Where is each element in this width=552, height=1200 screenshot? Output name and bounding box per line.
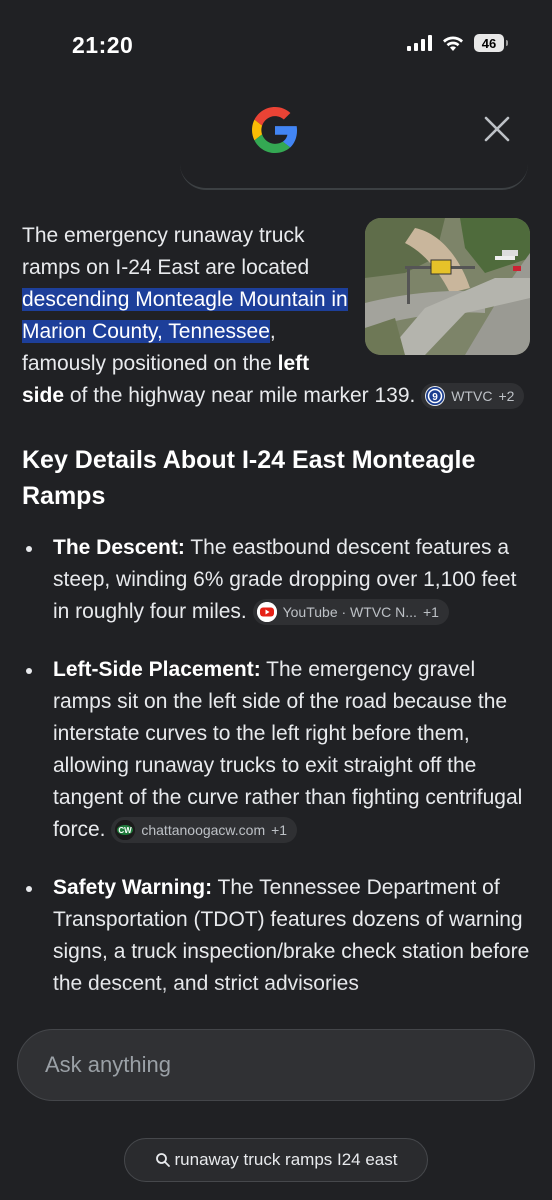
status-bar: 21:20 46 <box>0 0 552 90</box>
search-icon <box>155 1153 170 1167</box>
section-title: Key Details About I-24 East Monteagle Ra… <box>22 446 476 510</box>
answer-thumbnail[interactable] <box>365 218 530 355</box>
query-box-edge <box>180 150 528 190</box>
suggestion-label: runaway truck ramps I24 east <box>174 1150 398 1169</box>
status-time: 21:20 <box>72 32 134 58</box>
ask-input[interactable] <box>45 1052 534 1078</box>
source-chip-chattanoogacw[interactable]: CW chattanoogacw.com +1 <box>111 817 298 844</box>
battery-icon: 46 <box>474 34 508 52</box>
search-suggestion-chip[interactable]: runaway truck ramps I24 east <box>124 1138 428 1182</box>
youtube-icon <box>256 602 277 623</box>
source-chip-extra: +2 <box>498 388 515 405</box>
list-item: Left-Side Placement: The emergency grave… <box>22 654 530 846</box>
source-chip-extra: +1 <box>422 604 439 621</box>
answer-after-bold: of the highway near mile marker 139. <box>64 384 422 407</box>
list-item: Safety Warning: The Tennessee Department… <box>22 872 530 1000</box>
cw-logo-icon: CW <box>115 820 136 841</box>
source-chip-label: YouTube · WTVC N... <box>282 604 417 621</box>
svg-text:CW: CW <box>119 826 133 835</box>
source-chip-label: WTVC <box>451 388 493 405</box>
source-chip-label: chattanoogacw.com <box>141 822 266 839</box>
wtvc-9-logo-icon: 9 <box>425 386 446 407</box>
close-icon <box>484 116 510 142</box>
status-icons: 46 <box>407 34 508 52</box>
list-item: The Descent: The eastbound descent featu… <box>22 532 530 628</box>
cellular-signal-icon <box>407 35 432 51</box>
answer-highlight: descending Monteagle Mountain in Marion … <box>22 288 348 343</box>
highway-ramp-image <box>365 218 530 355</box>
answer-intro: The emergency runaway truck ramps on I-2… <box>22 224 310 279</box>
bullet-title: Safety Warning: <box>53 876 213 899</box>
details-list: The Descent: The eastbound descent featu… <box>22 532 530 1000</box>
close-button[interactable] <box>480 112 514 146</box>
wifi-icon <box>443 36 463 51</box>
battery-level: 46 <box>481 35 497 51</box>
source-chip-youtube[interactable]: YouTube · WTVC N... +1 <box>252 599 449 626</box>
source-chip-extra: +1 <box>271 822 288 839</box>
bullet-text: The emergency gravel ramps sit on the le… <box>53 658 523 841</box>
answer-paragraph: The emergency runaway truck ramps on I-2… <box>22 218 530 412</box>
bullet-title: The Descent: <box>53 536 185 559</box>
source-chip-wtvc[interactable]: 9 WTVC +2 <box>421 383 525 410</box>
google-logo-icon <box>252 107 298 153</box>
ai-answer: The emergency runaway truck ramps on I-2… <box>22 218 530 1026</box>
svg-text:9: 9 <box>432 392 438 403</box>
bullet-title: Left-Side Placement: <box>53 658 261 681</box>
ask-box[interactable] <box>17 1029 535 1101</box>
